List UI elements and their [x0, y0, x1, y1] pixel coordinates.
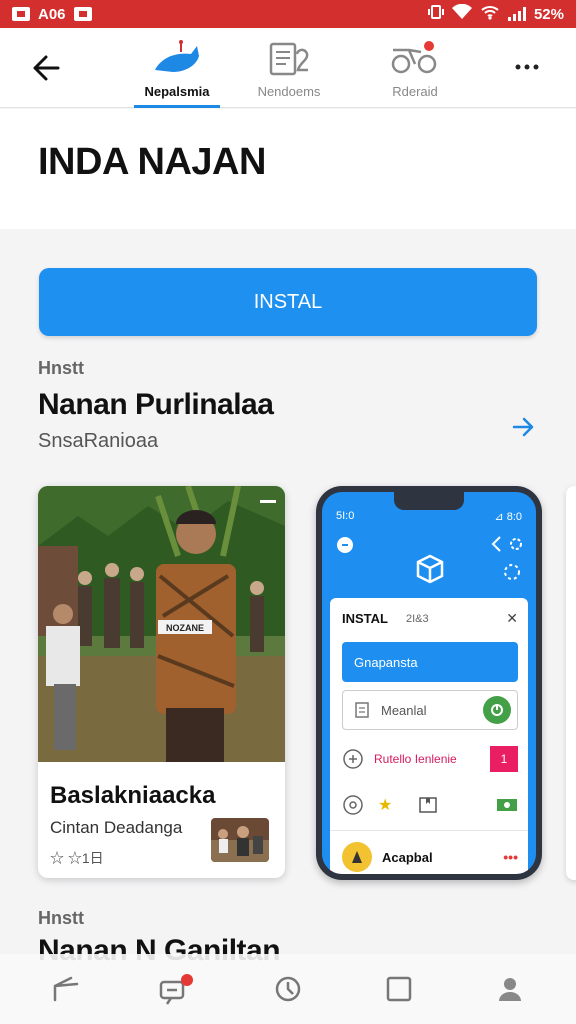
- phone-screen: 5I:0 ⊿ 8:0 INSTAL 2I&3 ✕ Gnapansta Meanl…: [322, 492, 536, 874]
- dialog-divider: [330, 830, 528, 831]
- section-kicker: Hnstt: [38, 358, 84, 378]
- profile-icon: [499, 978, 522, 1001]
- card-photo: NOZANE: [38, 486, 285, 762]
- user-avatar-icon: [342, 842, 372, 872]
- whale-icon: [155, 40, 199, 72]
- close-icon[interactable]: ✕: [506, 610, 518, 627]
- bike-icon: [391, 41, 437, 74]
- see-more-button[interactable]: [510, 414, 536, 440]
- card-title: Baslakniaacka: [50, 782, 216, 809]
- bookmark-icon[interactable]: [418, 796, 438, 814]
- app-notification-icon: [73, 7, 92, 21]
- nav-history[interactable]: [258, 964, 318, 1014]
- tab-rderaid[interactable]: Rderaid: [360, 38, 470, 108]
- document-icon: [269, 42, 309, 76]
- card-subtitle: Cintan Deadanga: [50, 818, 183, 837]
- nav-activity[interactable]: [147, 964, 207, 1014]
- install-button[interactable]: INSTAL: [39, 268, 537, 336]
- battery-level: 52%: [533, 5, 564, 23]
- back-arrow-icon: [33, 55, 60, 81]
- status-bar: A06 52%: [0, 0, 576, 28]
- phone-box-icon: [416, 554, 444, 584]
- image-notification-icon: [12, 7, 30, 21]
- phone-status-right: ⊿ 8:0: [494, 511, 522, 523]
- tab-label: Rderaid: [392, 84, 438, 99]
- section-subtitle: SnsaRanioaa: [38, 430, 159, 452]
- status-time: A06: [38, 5, 66, 23]
- phone-status-time: 5I:0: [336, 510, 355, 522]
- section-title: Nanan Purlinalaa: [38, 388, 274, 421]
- cash-icon[interactable]: [496, 798, 518, 812]
- gear-icon[interactable]: [342, 794, 364, 816]
- hero-section: INDA NAJAN: [0, 109, 576, 229]
- dialog-extra: 2I&3: [405, 612, 429, 625]
- nav-home[interactable]: [36, 964, 96, 1014]
- tab-label: Nepalsmia: [144, 84, 210, 99]
- square-icon: [386, 976, 412, 1002]
- next-card-peek[interactable]: [566, 486, 576, 880]
- phone-mockup: 5I:0 ⊿ 8:0 INSTAL 2I&3 ✕ Gnapansta Meanl…: [316, 486, 542, 880]
- dialog-bottom-label: Acapbal: [382, 849, 433, 865]
- clock-icon: [275, 976, 301, 1002]
- dialog-bottom-row[interactable]: Acapbal •••: [342, 842, 518, 872]
- dialog-row-3[interactable]: Rutello Ienlenie 1: [342, 746, 518, 772]
- vibrate-icon: [427, 4, 444, 24]
- phone-status-bar: 5I:0 ⊿ 8:0: [336, 510, 522, 523]
- notification-badge: 1: [490, 746, 518, 772]
- arrow-right-icon: [512, 417, 534, 437]
- more-options-button[interactable]: [512, 54, 542, 80]
- more-dots-icon[interactable]: •••: [503, 849, 518, 865]
- bike-icon: [159, 974, 193, 1005]
- home-icon: [53, 976, 78, 1002]
- nav-profile[interactable]: [480, 964, 540, 1014]
- dialog-title: INSTAL: [342, 611, 388, 626]
- dialog-input[interactable]: Meanlal: [342, 690, 518, 730]
- signal-icon: [507, 7, 526, 21]
- phone-logo-icon: [337, 537, 353, 553]
- card-thumbnail: [211, 818, 269, 862]
- phone-share-icon: [491, 536, 522, 552]
- top-navigation: Nepalsmia Nendoems Rderaid: [0, 28, 576, 108]
- bottom-navigation: [0, 954, 576, 1024]
- phone-notch: [394, 492, 464, 510]
- tab-label: Nendoems: [257, 84, 321, 99]
- confirm-icon[interactable]: [483, 696, 511, 724]
- dialog-primary-button[interactable]: Gnapansta: [342, 642, 518, 682]
- dialog-row-3-label: Rutello Ienlenie: [374, 752, 457, 766]
- tab-nendoems[interactable]: Nendoems: [234, 38, 344, 108]
- phone-dialog: INSTAL 2I&3 ✕ Gnapansta Meanlal Rutello …: [330, 598, 528, 874]
- tab-nepalsmia[interactable]: Nepalsmia: [122, 38, 232, 108]
- more-dots-icon: [515, 64, 539, 70]
- hotspot-icon: [480, 4, 500, 24]
- card-meta: ☆ ☆1日: [50, 850, 104, 866]
- content-card[interactable]: NOZANE Baslakniaacka Cintan Deadanga ☆ ☆…: [38, 486, 285, 878]
- nav-tabs[interactable]: [369, 964, 429, 1014]
- back-button[interactable]: [28, 52, 64, 84]
- settings-icon: [343, 749, 363, 769]
- dialog-input-value: Meanlal: [381, 702, 427, 718]
- wifi-icon: [451, 3, 472, 24]
- dialog-icon-row: ★: [342, 794, 518, 816]
- phone-loading-icon: [504, 564, 520, 580]
- star-icon[interactable]: ★: [378, 795, 392, 815]
- sign-text: NOZANE: [166, 623, 204, 633]
- document-icon: [355, 702, 369, 718]
- page-title: INDA NAJAN: [38, 141, 266, 183]
- section-2-kicker: Hnstt: [38, 908, 84, 928]
